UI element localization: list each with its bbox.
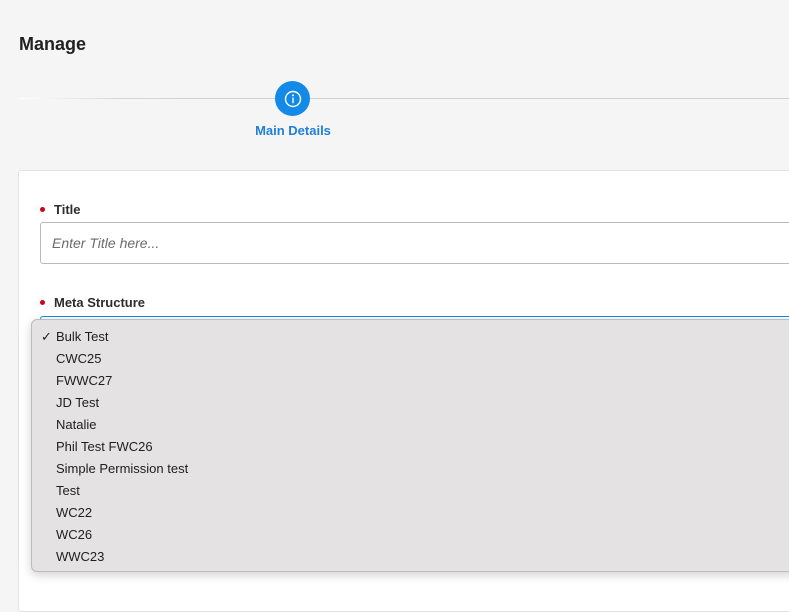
step-label-main-details[interactable]: Main Details	[232, 123, 354, 138]
page-title: Manage	[19, 34, 87, 54]
required-marker-title	[40, 207, 45, 212]
step-main-details[interactable]	[275, 81, 310, 116]
info-icon	[284, 90, 301, 107]
stepper-line-left	[19, 98, 275, 99]
dropdown-option[interactable]: WC26	[32, 524, 789, 546]
dropdown-option[interactable]: Natalie	[32, 414, 789, 436]
dropdown-option[interactable]: Phil Test FWC26	[32, 436, 789, 458]
dropdown-option[interactable]: Simple Permission test	[32, 458, 789, 480]
dropdown-option[interactable]: WWC23	[32, 546, 789, 568]
stepper-line-right	[310, 98, 789, 99]
meta-structure-dropdown[interactable]: ✓ Bulk Test CWC25 FWWC27 JD Test Natalie…	[31, 319, 789, 572]
title-input[interactable]	[40, 222, 789, 264]
checkmark-icon: ✓	[41, 329, 52, 344]
dropdown-option[interactable]: FWWC27	[32, 370, 789, 392]
stepper: Main Details	[0, 80, 789, 140]
required-marker-meta-structure	[40, 300, 45, 305]
dropdown-option[interactable]: ✓ Bulk Test	[32, 326, 789, 348]
dropdown-option[interactable]: JD Test	[32, 392, 789, 414]
meta-structure-label: Meta Structure	[54, 295, 146, 310]
dropdown-option[interactable]: CWC25	[32, 348, 789, 370]
title-label: Title	[54, 202, 81, 217]
dropdown-option[interactable]: WC22	[32, 502, 789, 524]
dropdown-option[interactable]: Test	[32, 480, 789, 502]
